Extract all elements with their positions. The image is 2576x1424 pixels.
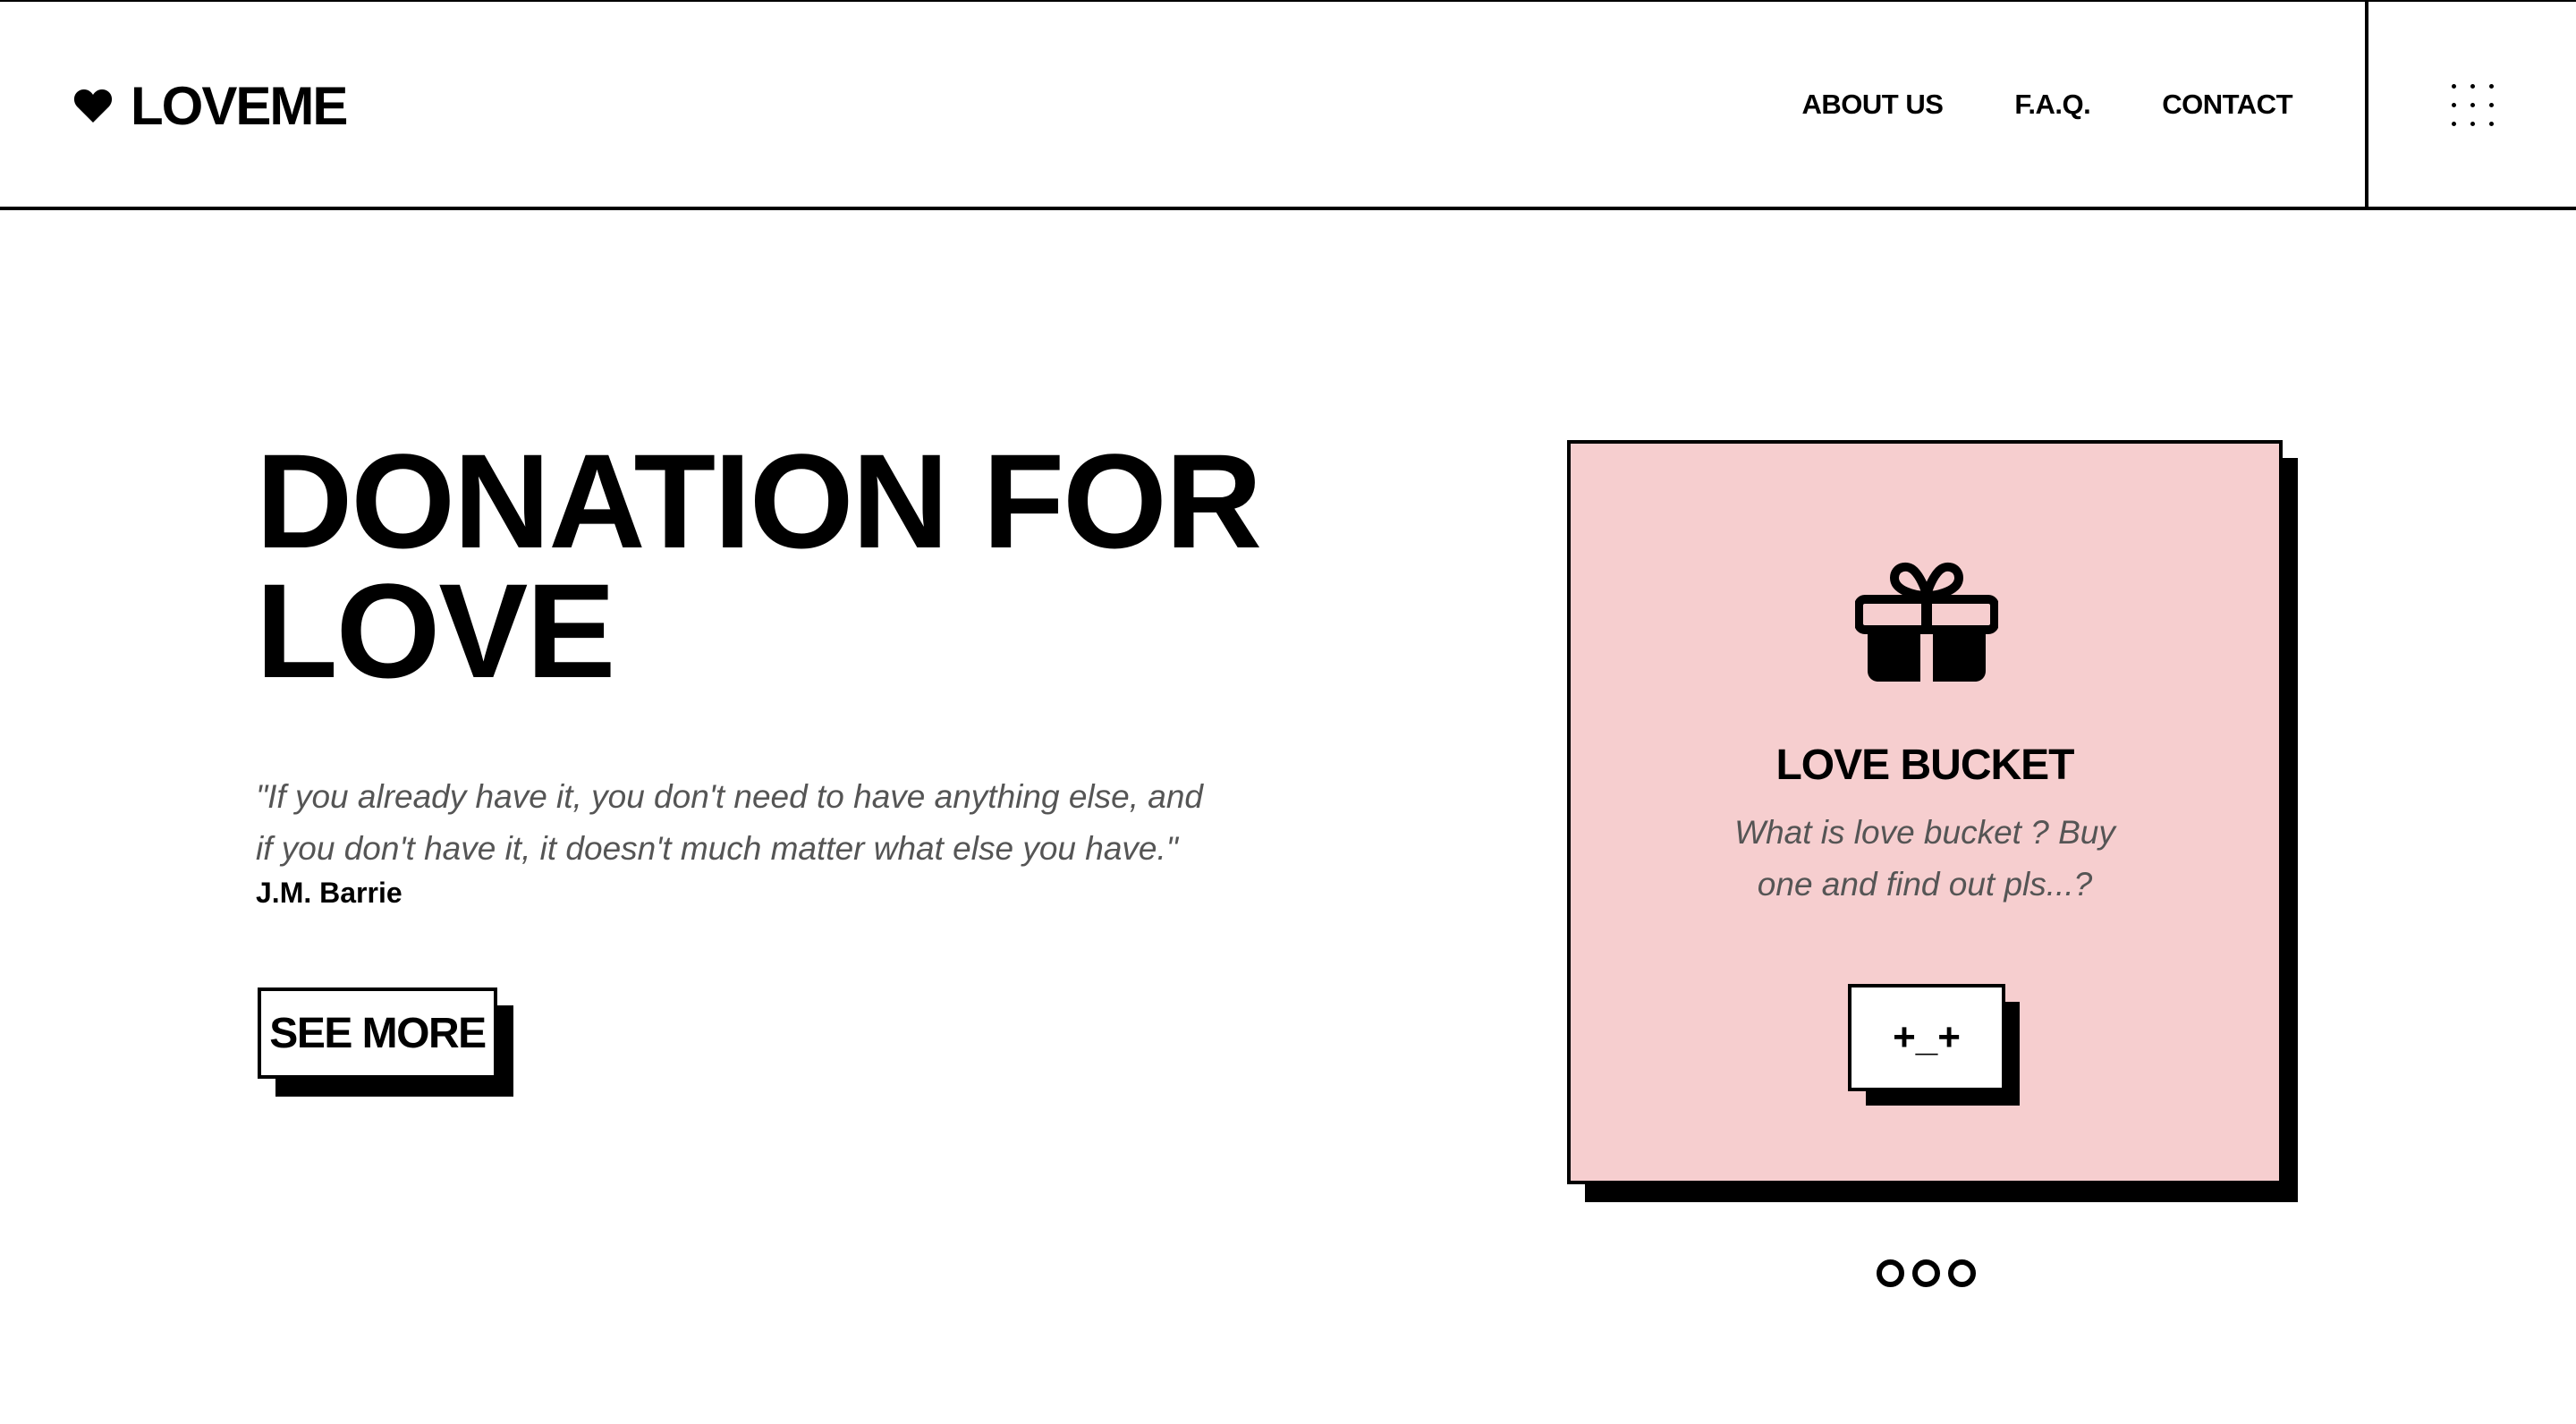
menu-button[interactable]: [2365, 2, 2576, 208]
brand-name: LOVEME: [131, 75, 348, 136]
nav-contact[interactable]: CONTACT: [2162, 85, 2292, 124]
hero-title-line2: LOVE: [256, 555, 615, 706]
pager-dot-1[interactable]: [1877, 1259, 1904, 1287]
page: LOVEME ABOUT US F.A.Q. CONTACT DONATION …: [0, 0, 2576, 1424]
carousel-pager: [1877, 1259, 1976, 1287]
hero-title-line1: DONATION FOR: [256, 426, 1262, 576]
card-title: LOVE BUCKET: [1775, 742, 2074, 789]
logo-link[interactable]: LOVEME: [73, 73, 348, 138]
card-button-wrapper: +_+: [1848, 984, 2020, 1106]
pager-dot-3[interactable]: [1948, 1259, 1976, 1287]
see-more-button[interactable]: SEE MORE: [258, 987, 497, 1079]
quote-author: J.M. Barrie: [256, 877, 402, 909]
nav-about-us[interactable]: ABOUT US: [1802, 85, 1944, 124]
card-action-button[interactable]: +_+: [1848, 984, 2005, 1091]
site-header: LOVEME ABOUT US F.A.Q. CONTACT: [0, 0, 2576, 210]
gift-icon: [1855, 562, 1998, 682]
see-more-wrapper: SEE MORE: [258, 987, 513, 1097]
card-description: What is love bucket ? Buy one and find o…: [1734, 814, 2115, 903]
heart-icon: [73, 89, 113, 123]
love-bucket-card: LOVE BUCKET What is love bucket ? Buy on…: [1567, 440, 2283, 1184]
grid-dots-icon: [2451, 84, 2494, 126]
main-nav: ABOUT US F.A.Q. CONTACT: [1802, 85, 2293, 124]
hero-quote: "If you already have it, you don't need …: [256, 778, 1203, 867]
hero-title: DONATION FOR LOVE: [256, 434, 1329, 698]
pager-dot-2[interactable]: [1912, 1259, 1940, 1287]
nav-faq[interactable]: F.A.Q.: [2014, 85, 2090, 124]
